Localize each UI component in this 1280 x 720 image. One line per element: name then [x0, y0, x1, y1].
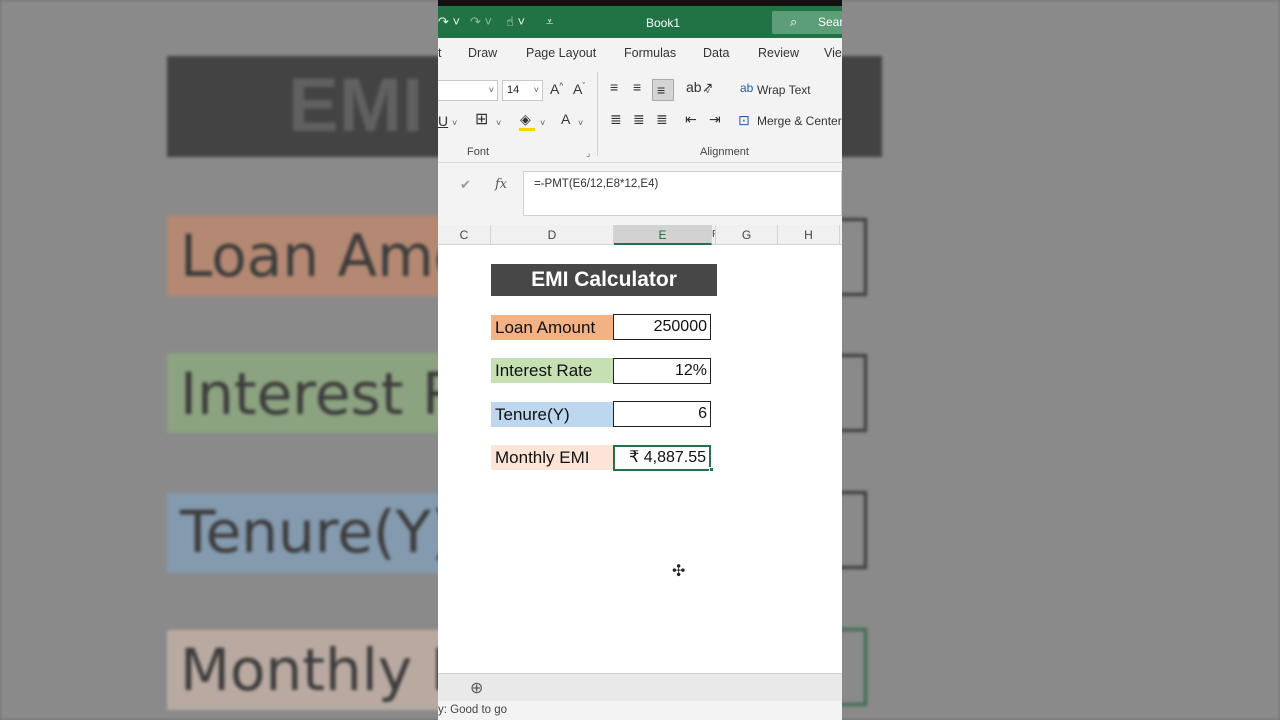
font-group-label: Font	[467, 146, 490, 158]
column-header-d[interactable]: D	[491, 225, 614, 245]
fill-handle[interactable]	[709, 467, 714, 472]
formula-bar: ✔ fx =-PMT(E6/12,E8*12,E4)	[438, 163, 842, 225]
ribbon-tabs: t Draw Page Layout Formulas Data Review …	[438, 38, 842, 68]
column-header-g[interactable]: G	[716, 225, 778, 245]
align-bottom-icon: ≡	[657, 82, 666, 98]
align-middle-icon[interactable]: ≡	[633, 80, 641, 94]
worksheet-grid[interactable]: EMI Calculator Loan Amount 250000 Intere…	[438, 245, 842, 673]
tab-view[interactable]: Vie	[824, 46, 842, 60]
background-label-tenure: Tenure(Y)	[180, 498, 438, 566]
cell-cursor-icon: ✣	[672, 563, 686, 580]
borders-icon[interactable]: ⊞	[475, 112, 488, 128]
search-icon: ⌕	[790, 14, 798, 29]
align-left-icon[interactable]: ≣	[610, 112, 622, 126]
tab-fragment[interactable]: t	[438, 46, 441, 60]
chevron-down-icon[interactable]: ˅	[496, 118, 501, 128]
redo-icon[interactable]: ↷ ˅	[438, 14, 460, 30]
tab-data[interactable]: Data	[703, 46, 729, 60]
background-title: EMI C	[288, 63, 438, 148]
fill-color-swatch	[519, 128, 535, 131]
ribbon-separator	[597, 72, 598, 156]
increase-font-size-icon[interactable]: A^	[550, 82, 563, 96]
chevron-down-icon: ˅	[533, 85, 539, 95]
wrap-text-button[interactable]: Wrap Text	[757, 83, 811, 97]
redo-disabled-icon: ↷ ˅	[470, 14, 493, 29]
column-header-e[interactable]: E	[614, 225, 712, 245]
tab-formulas[interactable]: Formulas	[624, 46, 676, 60]
interest-rate-label[interactable]: Interest Rate	[491, 358, 613, 383]
tab-review[interactable]: Review	[758, 46, 799, 60]
search-label: Sear	[818, 15, 842, 29]
monthly-emi-cell[interactable]: ₹ 4,887.55	[613, 445, 711, 471]
formula-text: =-PMT(E6/12,E8*12,E4)	[534, 178, 659, 190]
merge-center-button[interactable]: Merge & Center	[757, 114, 842, 128]
underline-icon[interactable]: U	[438, 114, 448, 128]
tab-draw[interactable]: Draw	[468, 46, 497, 60]
enter-check-icon[interactable]: ✔	[460, 177, 471, 193]
accessibility-status[interactable]: y: Good to go	[438, 704, 507, 716]
emi-calculator-title[interactable]: EMI Calculator	[491, 264, 717, 296]
align-top-icon[interactable]: ≡	[610, 80, 618, 94]
ribbon: ˅ 14 ˅ A^ Aˇ U ˅ ⊞ ˅ ◈ ˅ A ˅ Font ⌟ ≡ ≡ …	[438, 68, 842, 163]
insert-function-icon[interactable]: fx	[495, 177, 507, 192]
font-color-icon[interactable]: A	[561, 112, 570, 126]
font-name-dropdown[interactable]: ˅	[438, 80, 498, 101]
fill-color-icon[interactable]: ◈	[520, 112, 531, 126]
wrap-text-icon[interactable]: ab	[740, 82, 753, 94]
decrease-font-size-icon[interactable]: Aˇ	[573, 82, 585, 96]
background-label-loan: Loan Amo	[180, 222, 438, 290]
background-label-monthly: Monthly E	[180, 636, 438, 704]
title-bar: ↷ ˅ ↷ ˅ ☝ ˅ ⩡ Book1 ⌕ Sear	[438, 0, 842, 38]
sheet-tabs-bar: ⊕	[438, 673, 842, 701]
workbook-title: Book1	[646, 16, 681, 30]
background-right	[842, 0, 1280, 720]
increase-indent-icon[interactable]: ⇥	[709, 112, 721, 126]
chevron-down-icon[interactable]: ˅	[452, 118, 457, 128]
column-header-h[interactable]: H	[778, 225, 840, 245]
tab-page-layout[interactable]: Page Layout	[526, 46, 596, 60]
add-sheet-icon[interactable]: ⊕	[470, 678, 483, 698]
loan-amount-cell[interactable]: 250000	[613, 314, 711, 340]
column-header-c[interactable]: C	[438, 225, 491, 245]
align-center-icon[interactable]: ≣	[633, 112, 645, 126]
chevron-down-icon[interactable]: ˅	[578, 118, 583, 128]
decrease-indent-icon[interactable]: ⇤	[685, 112, 697, 126]
loan-amount-label[interactable]: Loan Amount	[491, 315, 613, 340]
font-size-dropdown[interactable]: 14 ˅	[502, 80, 543, 101]
customize-toolbar-icon[interactable]: ⩡	[546, 14, 553, 30]
tenure-label[interactable]: Tenure(Y)	[491, 402, 613, 427]
monthly-emi-label[interactable]: Monthly EMI	[491, 445, 613, 470]
status-bar: y: Good to go	[438, 701, 842, 720]
chevron-down-icon[interactable]: ˅	[540, 118, 545, 128]
chevron-down-icon[interactable]: ˅	[705, 86, 710, 96]
search-box[interactable]: ⌕ Sear	[772, 11, 842, 34]
alignment-group-label: Alignment	[700, 146, 749, 158]
font-size-value: 14	[507, 84, 520, 96]
font-dialog-launcher-icon[interactable]: ⌟	[586, 148, 590, 159]
chevron-down-icon: ˅	[488, 85, 494, 95]
background-left: EMI C Loan Amo Interest Ra Tenure(Y) Mon…	[0, 0, 438, 720]
background-label-interest: Interest Ra	[180, 360, 438, 428]
align-bottom-button[interactable]: ≡	[652, 79, 674, 101]
align-right-icon[interactable]: ≣	[656, 112, 668, 126]
merge-center-icon[interactable]: ⊡	[738, 113, 750, 127]
excel-window: ↷ ˅ ↷ ˅ ☝ ˅ ⩡ Book1 ⌕ Sear t Draw Page L…	[438, 0, 842, 720]
interest-rate-cell[interactable]: 12%	[613, 358, 711, 384]
tenure-cell[interactable]: 6	[613, 401, 711, 427]
formula-input[interactable]: =-PMT(E6/12,E8*12,E4)	[523, 171, 842, 216]
column-headers: C D E F G H	[438, 225, 842, 245]
touch-mode-icon[interactable]: ☝ ˅	[506, 14, 525, 30]
